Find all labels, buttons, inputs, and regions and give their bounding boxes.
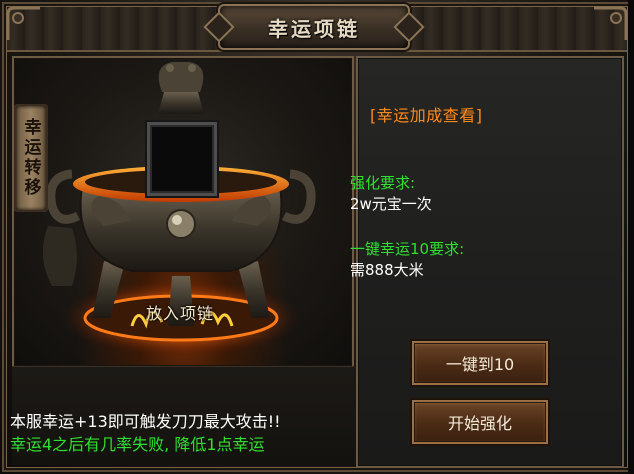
note-line-1: 本服幸运+13即可触发刀刀最大攻击!! [10,412,281,431]
corner-ornament-icon [594,6,628,40]
note-line-2: 幸运4之后有几率失败, 降低1点幸运 [10,435,265,454]
window-title: 幸运项链 [268,16,360,41]
place-necklace-label: 放入项链 [145,304,214,323]
luck-bonus-link[interactable]: [幸运加成查看] [370,102,483,126]
onekey-req-value: 需888大米 [350,261,424,279]
strengthen-req-label: 强化要求: [350,174,416,192]
onekey-req-label: 一键幸运10要求: [350,240,465,258]
necklace-slot[interactable] [147,122,217,196]
start-strengthen-button[interactable]: 开始强化 [412,400,548,444]
luck-transfer-label: 幸运转移 [20,118,41,198]
luck-transfer-tab[interactable]: 幸运转移 [14,104,48,212]
right-edge [628,0,634,474]
corner-ornament-icon [6,6,40,40]
onekey-to-10-button[interactable]: 一键到10 [412,341,548,385]
strengthen-req-value: 2w元宝一次 [350,195,432,213]
title-plate: 幸运项链 [218,4,410,50]
